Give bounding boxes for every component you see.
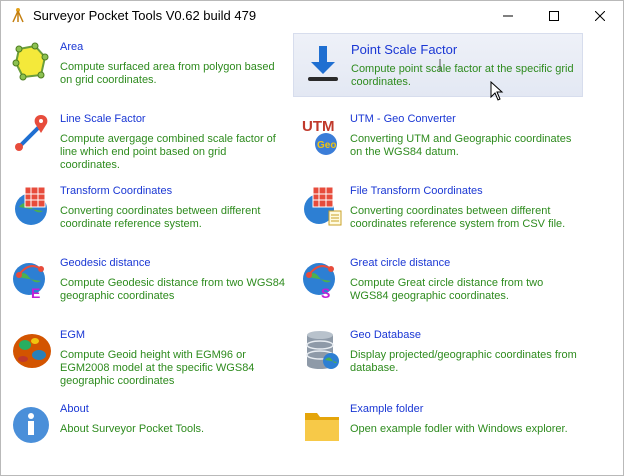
tool-egm[interactable]: EGM Compute Geoid height with EGM96 or E… [3,325,295,389]
tool-title: File Transform Coordinates [350,185,483,197]
maximize-button[interactable] [531,1,577,31]
tool-about[interactable]: About About Surveyor Pocket Tools. [3,399,293,463]
svg-text:UTM: UTM [302,118,335,135]
tool-description: Compute Great circle distance from two W… [350,277,544,302]
tool-description: Display projected/geographic coordinates… [350,349,577,374]
window-title: Surveyor Pocket Tools V0.62 build 479 [33,8,257,23]
globe-s-icon: S [303,263,335,299]
tool-title: UTM - Geo Converter [350,113,456,125]
tool-title: About [60,403,89,415]
tool-description: Compute Geoid height with EGM96 or EGM20… [60,349,255,387]
close-icon [595,11,605,21]
info-icon [13,407,49,443]
folder-icon [305,413,339,441]
file-globe-icon [304,186,342,226]
tool-utm-geo-converter[interactable]: UTM Geo UTM - Geo Converter Converting U… [293,109,583,173]
svg-text:E: E [31,285,40,299]
line-pin-icon [15,115,48,151]
maximize-icon [549,11,559,21]
title-bar[interactable]: Surveyor Pocket Tools V0.62 build 479 [1,1,623,31]
minimize-button[interactable] [485,1,531,31]
polygon-area-icon [12,42,49,81]
tool-title: Line Scale Factor [60,113,146,125]
tool-file-transform-coordinates[interactable]: File Transform Coordinates Converting co… [293,181,583,245]
tool-description: Compute avergage combined scale factor o… [60,133,276,171]
tool-geo-database[interactable]: Geo Database Display projected/geographi… [293,325,583,389]
svg-text:Geo: Geo [317,140,336,151]
tool-description: About Surveyor Pocket Tools. [60,423,205,435]
tool-area[interactable]: Area Compute surfaced area from polygon … [3,37,293,101]
database-globe-icon [306,331,339,369]
tool-geodesic-distance[interactable]: E Geodesic distance Compute Geodesic dis… [3,253,293,317]
tool-great-circle-distance[interactable]: S Great circle distance Compute Great ci… [293,253,583,317]
svg-text:S: S [321,285,330,299]
tool-description: Converting coordinates between different… [60,205,261,230]
tool-line-scale-factor[interactable]: Line Scale Factor Compute avergage combi… [3,109,293,173]
geoid-icon [13,334,51,368]
tool-description: Converting UTM and Geographic coordinate… [350,133,572,158]
tool-description: Open example fodler with Windows explore… [350,423,568,435]
mouse-pointer-icon [490,81,504,101]
tool-title: Geo Database [350,329,421,341]
down-arrow-icon [308,46,338,81]
tool-title: Geodesic distance [60,257,151,269]
tool-title: Area [60,41,84,53]
tool-title: Great circle distance [350,257,451,269]
close-button[interactable] [577,1,623,31]
tool-description: Compute Geodesic distance from two WGS84… [60,277,285,302]
tool-title: Example folder [350,403,424,415]
tool-title: EGM [60,329,86,341]
surveyor-tripod-icon [12,8,24,23]
tool-description: Converting coordinates between different… [350,205,566,230]
tool-description: Compute surfaced area from polygon based… [60,61,275,86]
tool-example-folder[interactable]: Example folder Open example fodler with … [293,399,583,463]
tool-description: Compute point scale factor at the specif… [351,63,574,88]
minimize-icon [503,15,513,17]
utm-geo-icon: UTM Geo [302,118,337,155]
globe-e-icon: E [13,263,45,299]
tool-title: Transform Coordinates [60,185,173,197]
tool-transform-coordinates[interactable]: Transform Coordinates Converting coordin… [3,181,293,245]
text-cursor-icon [439,59,441,71]
main-window: Surveyor Pocket Tools V0.62 build 479 Ar… [0,0,624,476]
tool-title: Point Scale Factor [351,42,458,57]
globe-grid-icon [15,186,47,225]
